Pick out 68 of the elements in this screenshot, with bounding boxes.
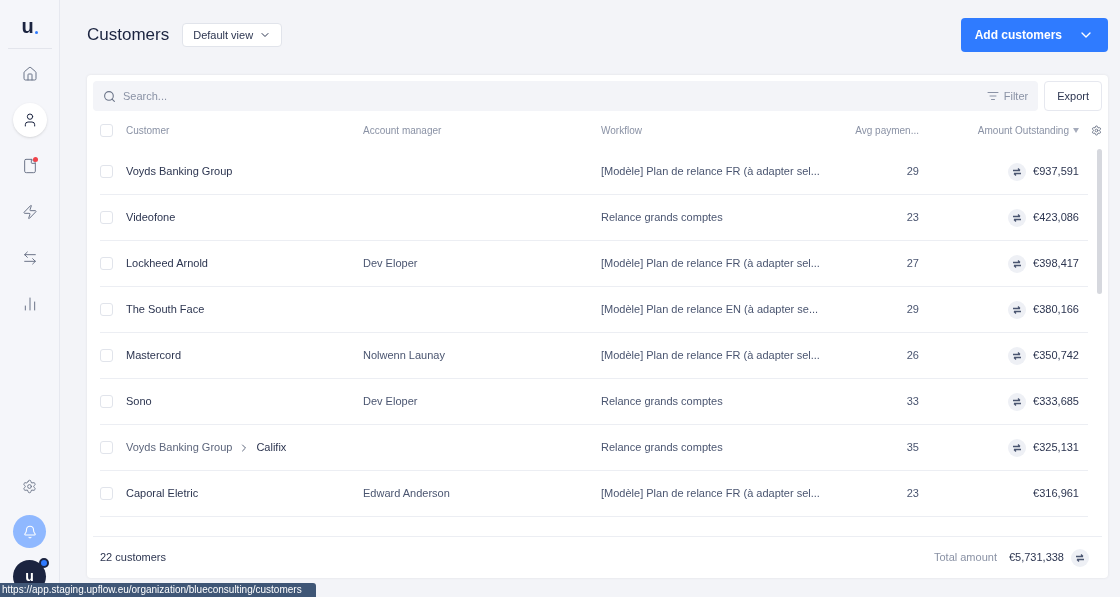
search-input[interactable]: Search... bbox=[123, 87, 980, 105]
row-checkbox[interactable] bbox=[100, 349, 113, 362]
amount-outstanding: €350,742 bbox=[1033, 348, 1079, 364]
scrollbar[interactable] bbox=[1097, 149, 1102, 294]
workflow-name: [Modèle] Plan de relance FR (à adapter sel... bbox=[601, 165, 820, 178]
customer-name[interactable]: The South Face bbox=[126, 301, 205, 318]
total-amount: €5,731,338 bbox=[1008, 550, 1064, 566]
row-checkbox[interactable] bbox=[100, 395, 113, 408]
filter-icon bbox=[986, 90, 999, 102]
account-manager: Nolwenn Launay bbox=[363, 349, 445, 362]
status-url-tooltip: https://app.staging.upflow.eu/organization/blueconsulting/customers bbox=[0, 583, 316, 597]
account-manager: Edward Anderson bbox=[363, 487, 450, 500]
transfer-icon bbox=[21, 250, 38, 266]
nav-item[interactable] bbox=[12, 103, 47, 137]
parent-customer[interactable]: Voyds Banking Group bbox=[126, 439, 233, 456]
amount-outstanding: €937,591 bbox=[1033, 164, 1079, 180]
avg-payment-days: 23 bbox=[906, 487, 919, 500]
avg-payment-days: 27 bbox=[906, 257, 919, 270]
select-all-checkbox[interactable] bbox=[100, 123, 113, 137]
customer-name[interactable]: Lockheed Arnold bbox=[126, 255, 208, 272]
amount-outstanding: €380,166 bbox=[1033, 302, 1079, 318]
workflow-name: Relance grands comptes bbox=[601, 395, 723, 408]
workflow-name: [Modèle] Plan de relance FR (à adapter sel... bbox=[601, 487, 820, 500]
customer-name[interactable]: Voyds Banking Group bbox=[126, 163, 233, 180]
bell-icon bbox=[22, 524, 37, 539]
export-button[interactable]: Export bbox=[1044, 81, 1102, 111]
row-checkbox[interactable] bbox=[100, 257, 113, 270]
customer-name[interactable]: Califix bbox=[256, 439, 287, 456]
avg-payment-days: 29 bbox=[906, 165, 919, 178]
add-customers-button[interactable]: Add customers bbox=[960, 18, 1108, 52]
avg-payment-days: 33 bbox=[906, 395, 919, 408]
amount-outstanding: €333,685 bbox=[1033, 394, 1079, 410]
avg-payment-days: 35 bbox=[906, 441, 919, 454]
settings-icon[interactable] bbox=[1091, 124, 1102, 136]
row-checkbox[interactable] bbox=[100, 303, 113, 316]
customer-name[interactable]: Mastercord bbox=[126, 347, 182, 364]
customer-name[interactable]: Sono bbox=[126, 393, 152, 410]
customer-count: 22 customers bbox=[100, 550, 167, 566]
amount-outstanding: €316,961 bbox=[1033, 486, 1079, 502]
amount-outstanding: €423,086 bbox=[1033, 210, 1079, 226]
avg-payment-days: 23 bbox=[906, 211, 919, 224]
row-checkbox[interactable] bbox=[100, 165, 113, 178]
row-checkbox[interactable] bbox=[100, 487, 113, 500]
customer-name[interactable]: Caporal Eletric bbox=[126, 485, 199, 502]
page-title: Customers bbox=[87, 24, 170, 47]
settings-icon bbox=[22, 478, 37, 494]
avg-payment-days: 26 bbox=[906, 349, 919, 362]
amount-outstanding: €325,131 bbox=[1033, 440, 1079, 456]
workflow-name: [Modèle] Plan de relance FR (à adapter sel... bbox=[601, 349, 820, 362]
row-checkbox[interactable] bbox=[100, 441, 113, 454]
logo[interactable]: u bbox=[21, 12, 38, 36]
workflow-name: Relance grands comptes bbox=[601, 211, 723, 224]
workflow-name: [Modèle] Plan de relance EN (à adapter se... bbox=[601, 303, 819, 316]
workflow-name: Relance grands comptes bbox=[601, 441, 723, 454]
workflow-name: [Modèle] Plan de relance FR (à adapter sel... bbox=[601, 257, 820, 270]
document-icon bbox=[21, 158, 38, 174]
total-label: Total amount bbox=[933, 550, 997, 566]
amount-outstanding: €398,417 bbox=[1033, 256, 1079, 272]
search-icon bbox=[103, 89, 116, 103]
account-manager: Dev Eloper bbox=[363, 257, 418, 270]
row-checkbox[interactable] bbox=[100, 211, 113, 224]
account-manager: Dev Eloper bbox=[363, 395, 418, 408]
avg-payment-days: 29 bbox=[906, 303, 919, 316]
lightning-icon bbox=[21, 204, 38, 220]
notifications-button[interactable] bbox=[13, 515, 46, 548]
home-icon bbox=[21, 66, 38, 82]
view-dropdown[interactable]: Default view bbox=[182, 23, 283, 47]
customer-name[interactable]: Videofone bbox=[126, 209, 176, 226]
